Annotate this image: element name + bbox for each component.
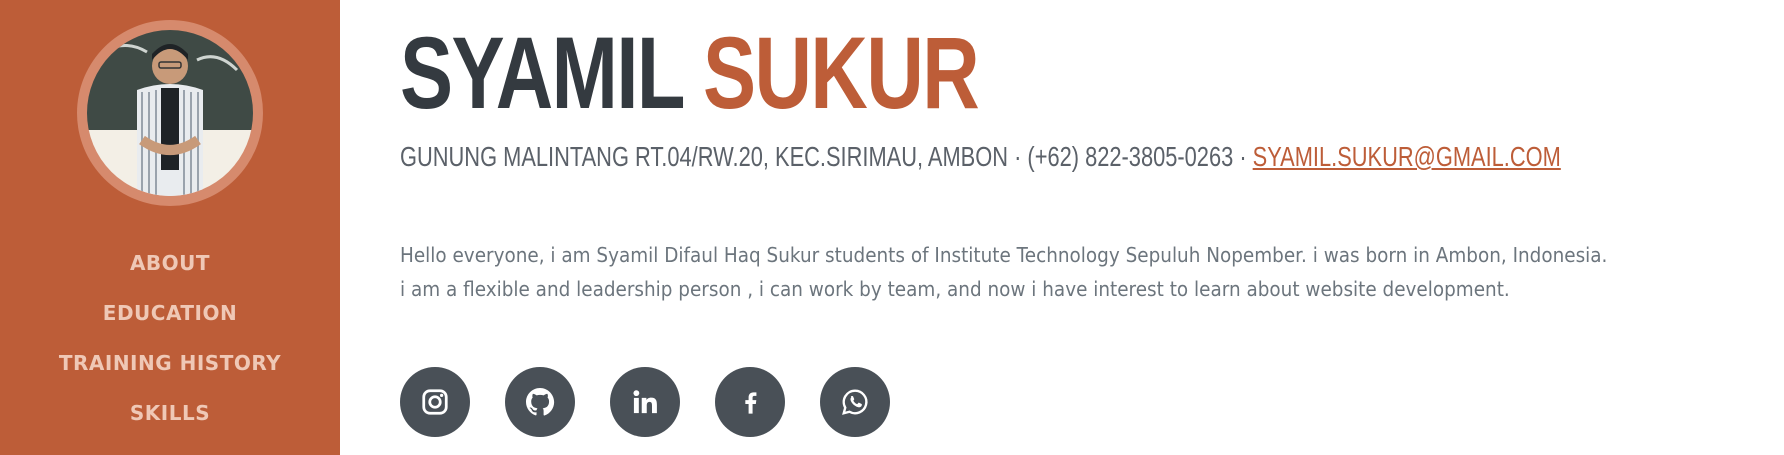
github-icon — [526, 388, 555, 416]
bio-line: i am a flexible and leadership person , … — [400, 277, 1510, 301]
email-link[interactable]: SYAMIL.SUKUR@GMAIL.COM — [1253, 141, 1561, 172]
whatsapp-button[interactable] — [820, 367, 890, 437]
facebook-icon — [745, 392, 757, 414]
bio-line: Hello everyone, i am Syamil Difaul Haq S… — [400, 243, 1608, 267]
profile-photo — [87, 30, 253, 196]
bio: Hello everyone, i am Syamil Difaul Haq S… — [400, 238, 1665, 306]
linkedin-icon — [633, 390, 657, 414]
sidebar: ABOUT EDUCATION TRAINING HISTORY SKILLS — [0, 0, 340, 455]
avatar — [87, 30, 253, 196]
nav-item-education[interactable]: EDUCATION — [0, 288, 340, 338]
avatar-ring — [77, 20, 263, 206]
whatsapp-icon — [842, 389, 868, 415]
last-name: SUKUR — [703, 16, 980, 130]
contact-line: GUNUNG MALINTANG RT.04/RW.20, KEC.SIRIMA… — [400, 140, 1561, 174]
social-links — [400, 367, 890, 437]
nav-item-skills[interactable]: SKILLS — [0, 388, 340, 438]
nav-item-about[interactable]: ABOUT — [0, 238, 340, 288]
nav-item-training-history[interactable]: TRAINING HISTORY — [0, 338, 340, 388]
github-button[interactable] — [505, 367, 575, 437]
page-title: SYAMIL SUKUR — [400, 16, 980, 130]
main-content: SYAMIL SUKUR GUNUNG MALINTANG RT.04/RW.2… — [400, 0, 1770, 455]
instagram-button[interactable] — [400, 367, 470, 437]
address: GUNUNG MALINTANG RT.04/RW.20, KEC.SIRIMA… — [400, 141, 1009, 172]
separator: · — [1014, 141, 1022, 172]
linkedin-button[interactable] — [610, 367, 680, 437]
phone: (+62) 822-3805-0263 — [1027, 141, 1234, 172]
separator: · — [1239, 141, 1247, 172]
sidebar-nav: ABOUT EDUCATION TRAINING HISTORY SKILLS — [0, 238, 340, 438]
facebook-button[interactable] — [715, 367, 785, 437]
first-name: SYAMIL — [400, 16, 684, 130]
instagram-icon — [422, 389, 448, 415]
